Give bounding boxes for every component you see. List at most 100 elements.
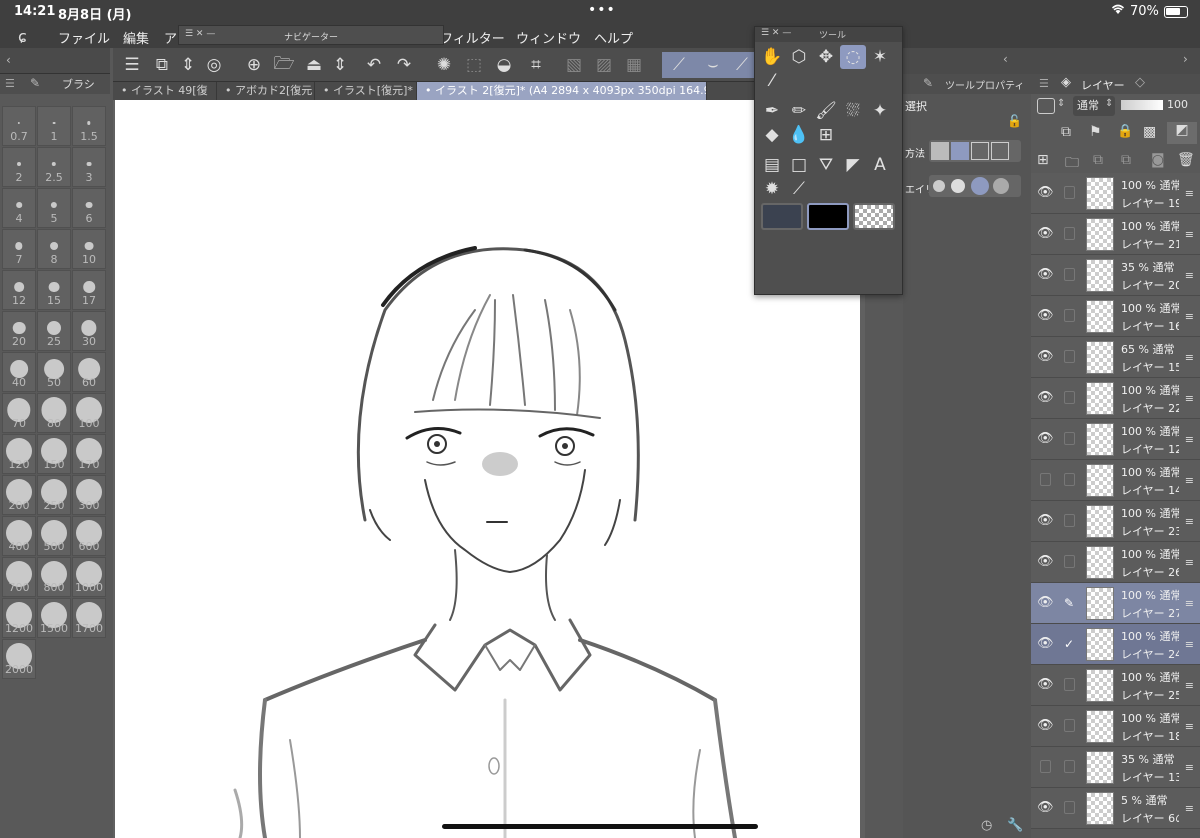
layer-select-checkbox[interactable] bbox=[1064, 350, 1075, 363]
layer-property-tab-icon[interactable]: ◇ bbox=[1135, 75, 1145, 90]
layer-select-checkbox[interactable] bbox=[1064, 760, 1075, 773]
stabilizer-icon[interactable]: ⌣ bbox=[696, 52, 730, 78]
layer-row[interactable]: 👁 100 % 通常 レイヤー 18 ≡ bbox=[1031, 706, 1200, 747]
brush-size-cell[interactable]: 0.7 bbox=[2, 106, 36, 146]
menu-help[interactable]: ヘルプ bbox=[594, 28, 633, 47]
layer-row[interactable]: 👁 35 % 通常 レイヤー 20 ≡ bbox=[1031, 255, 1200, 296]
brush-size-cell[interactable]: 50 bbox=[37, 352, 71, 392]
canvas-paper[interactable] bbox=[115, 100, 860, 838]
menu-animation[interactable]: ア bbox=[164, 28, 177, 47]
layer-row[interactable]: 👁 ✎ 100 % 通常 レイヤー 27 ≡ bbox=[1031, 583, 1200, 624]
lasso-select-icon[interactable]: ◌ bbox=[840, 45, 866, 69]
layer-row[interactable]: 35 % 通常 レイヤー 13 ≡ bbox=[1031, 747, 1200, 788]
brush-size-cell[interactable]: 250 bbox=[37, 475, 71, 515]
layer-row[interactable]: 👁 ✓ 100 % 通常 レイヤー 24 ≡ bbox=[1031, 624, 1200, 665]
brush-size-cell[interactable]: 3 bbox=[72, 147, 106, 187]
layer-select-checkbox[interactable] bbox=[1064, 432, 1075, 445]
brush-size-cell[interactable]: 170 bbox=[72, 434, 106, 474]
clear-icon[interactable]: ▨ bbox=[591, 52, 617, 78]
lock-icon[interactable]: 🔒 bbox=[1117, 124, 1133, 139]
layer-select-checkbox[interactable] bbox=[1064, 719, 1075, 732]
sub-color-swatch[interactable] bbox=[807, 203, 849, 230]
layer-drag-handle-icon[interactable]: ≡ bbox=[1185, 515, 1194, 528]
clear-outside-icon[interactable]: ▧ bbox=[561, 52, 587, 78]
tab-illust49[interactable]: • イラスト 49[復 bbox=[113, 82, 217, 100]
layer-row[interactable]: 100 % 通常 レイヤー 14 ≡ bbox=[1031, 460, 1200, 501]
open-folder-icon[interactable]: 🗁 bbox=[271, 52, 297, 78]
layer-drag-handle-icon[interactable]: ≡ bbox=[1185, 433, 1194, 446]
tab-illust2-active[interactable]: • イラスト 2[復元]* (A4 2894 x 4093px 350dpi 1… bbox=[417, 82, 707, 100]
eyedropper-icon[interactable]: ⁄ bbox=[759, 69, 785, 93]
airbrush-icon[interactable]: ⛆ bbox=[840, 99, 866, 123]
eraser-icon[interactable]: ◆ bbox=[759, 123, 785, 147]
save-icon[interactable]: ⏏ bbox=[301, 52, 327, 78]
layer-drag-handle-icon[interactable]: ≡ bbox=[1185, 228, 1194, 241]
layer-row[interactable]: 👁 100 % 通常 レイヤー 16 ≡ bbox=[1031, 296, 1200, 337]
brush-size-cell[interactable]: 60 bbox=[72, 352, 106, 392]
eye-icon[interactable]: 👁 bbox=[1037, 800, 1054, 815]
brush-size-cell[interactable]: 8 bbox=[37, 229, 71, 269]
layer-row[interactable]: 👁 100 % 通常 レイヤー 26 ≡ bbox=[1031, 542, 1200, 583]
layer-row[interactable]: 👁 5 % 通常レイヤー 6の ≡ bbox=[1031, 788, 1200, 829]
layer-tab[interactable]: レイヤー bbox=[1081, 77, 1125, 93]
brush-size-cell[interactable]: 17 bbox=[72, 270, 106, 310]
mask-add-icon[interactable]: ◙ bbox=[1151, 152, 1165, 168]
menu-filter[interactable]: フィルター bbox=[440, 28, 505, 47]
rectangle-icon[interactable]: □ bbox=[786, 153, 812, 177]
brush-size-cell[interactable]: 6 bbox=[72, 188, 106, 228]
brush-size-cell[interactable]: 4 bbox=[2, 188, 36, 228]
decoration-icon[interactable]: ✦ bbox=[867, 99, 893, 123]
tone-icon[interactable]: ▦ bbox=[621, 52, 647, 78]
pencil-icon[interactable]: ✏ bbox=[786, 99, 812, 123]
brush-size-cell[interactable]: 30 bbox=[72, 311, 106, 351]
tool-window-controls-icon[interactable]: ☰ ✕ — bbox=[761, 28, 791, 38]
brush-size-cell[interactable]: 7 bbox=[2, 229, 36, 269]
lock-transparent-icon[interactable]: ▩ bbox=[1143, 124, 1156, 140]
layer-row[interactable]: 👁 100 % 通常 レイヤー 25 ≡ bbox=[1031, 665, 1200, 706]
brush-size-cell[interactable]: 120 bbox=[2, 434, 36, 474]
brush-size-cell[interactable]: 70 bbox=[2, 393, 36, 433]
layer-drag-handle-icon[interactable]: ≡ bbox=[1185, 269, 1194, 282]
magic-wand-icon[interactable]: ✶ bbox=[867, 45, 893, 69]
layer-drag-handle-icon[interactable]: ≡ bbox=[1185, 720, 1194, 733]
brush-size-cell[interactable]: 12 bbox=[2, 270, 36, 310]
transfer-icon[interactable]: ⧉ bbox=[1093, 152, 1103, 168]
layer-row[interactable]: 👁 100 % 通常 レイヤー 21 ≡ bbox=[1031, 214, 1200, 255]
main-color-swatch[interactable] bbox=[761, 203, 803, 230]
eye-icon[interactable]: 👁 bbox=[1037, 185, 1054, 200]
frame-icon[interactable]: ◤ bbox=[840, 153, 866, 177]
pen-icon[interactable]: ✒ bbox=[759, 99, 785, 123]
stepper-icon[interactable]: ⇕ bbox=[1057, 98, 1065, 109]
clip-icon[interactable]: ⧉ bbox=[1061, 124, 1071, 140]
navigator-menu-icon[interactable]: ☰ ✕ — bbox=[185, 29, 215, 39]
layer-select-checkbox[interactable]: ✓ bbox=[1064, 637, 1075, 651]
new-layer-icon[interactable]: ⊞ bbox=[1037, 152, 1049, 168]
brush-size-cell[interactable]: 20 bbox=[2, 311, 36, 351]
wrench-icon[interactable]: 🔧 bbox=[1007, 818, 1023, 833]
layer-row[interactable]: 👁 65 % 通常 レイヤー 15 ≡ bbox=[1031, 337, 1200, 378]
eye-icon[interactable]: 👁 bbox=[1037, 636, 1054, 651]
clip-studio-share-icon[interactable]: ◎ bbox=[201, 52, 227, 78]
brush-size-cell[interactable]: 1500 bbox=[37, 598, 71, 638]
chevron-right-icon[interactable]: › bbox=[1183, 52, 1188, 66]
eye-icon[interactable]: 👁 bbox=[1037, 349, 1054, 364]
eye-icon[interactable]: 👁 bbox=[1037, 226, 1054, 241]
brush-size-cell[interactable]: 700 bbox=[2, 557, 36, 597]
panel-menu-icon[interactable]: ☰ bbox=[5, 77, 15, 90]
brush-size-cell[interactable]: 200 bbox=[2, 475, 36, 515]
layer-row[interactable]: 👁 100 % 通常 レイヤー 12 ≡ bbox=[1031, 419, 1200, 460]
layer-drag-handle-icon[interactable]: ≡ bbox=[1185, 761, 1194, 774]
layer-drag-handle-icon[interactable]: ≡ bbox=[1185, 310, 1194, 323]
layer-row[interactable]: 👁 100 % 通常 レイヤー 23 ≡ bbox=[1031, 501, 1200, 542]
trash-icon[interactable]: 🗑 bbox=[1177, 152, 1195, 168]
brush-size-cell[interactable]: 2 bbox=[2, 147, 36, 187]
layer-drag-handle-icon[interactable]: ≡ bbox=[1185, 597, 1194, 610]
clip-studio-logo-icon[interactable]: ɕ bbox=[18, 27, 27, 46]
redo-icon[interactable]: ↷ bbox=[391, 52, 417, 78]
stabilizer-icon[interactable]: ⟋ bbox=[730, 52, 754, 78]
chevron-left-icon[interactable]: ‹ bbox=[6, 53, 11, 67]
new-canvas-icon[interactable]: ⧉ bbox=[149, 52, 175, 78]
menu-file[interactable]: ファイル bbox=[58, 28, 110, 47]
selection-method-toggle[interactable] bbox=[929, 140, 1021, 162]
fill-icon[interactable]: ⛛ bbox=[813, 153, 839, 177]
